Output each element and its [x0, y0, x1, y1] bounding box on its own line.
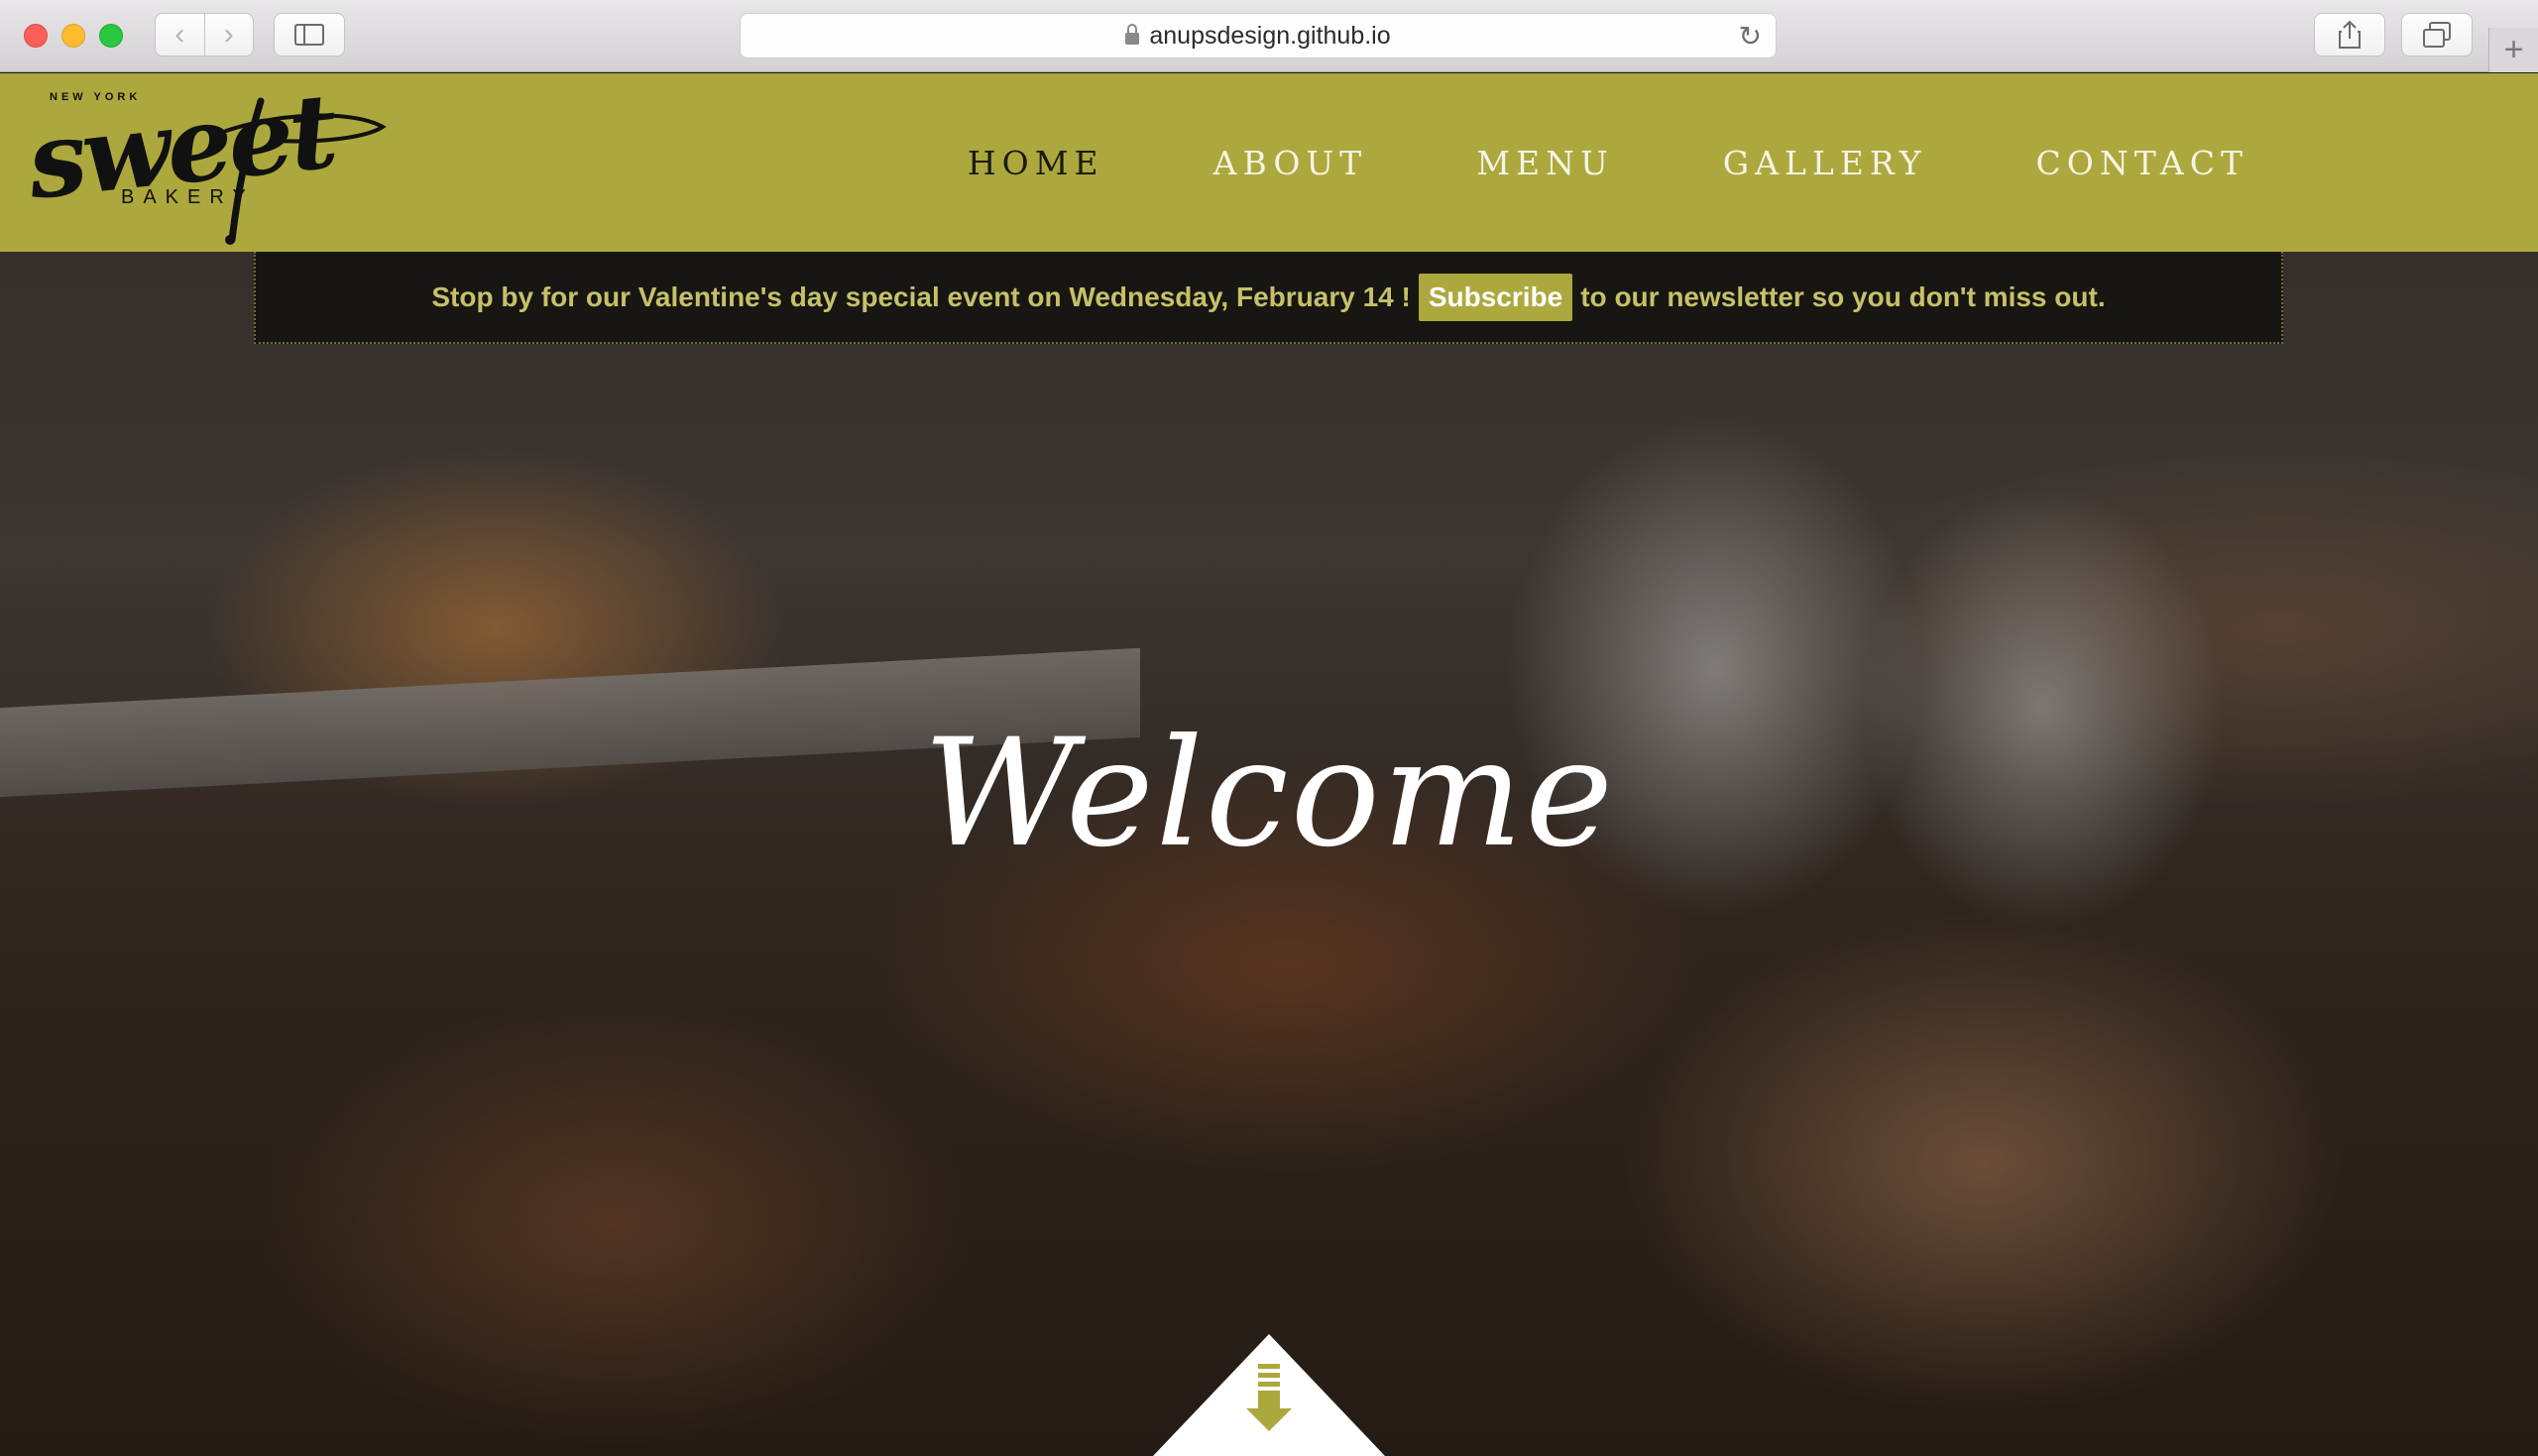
banner-text-before: Stop by for our Valentine's day special …	[431, 280, 1411, 312]
url-text: anupsdesign.github.io	[1149, 21, 1391, 50]
forward-icon[interactable]: ›	[205, 14, 254, 56]
scroll-down-button[interactable]	[1153, 1334, 1385, 1456]
sidebar-button[interactable]	[274, 13, 345, 56]
sidebar-icon	[294, 24, 324, 46]
lock-icon	[1125, 24, 1140, 45]
minimize-window-button[interactable]	[61, 24, 85, 48]
nav-contact[interactable]: CONTACT	[2036, 144, 2249, 182]
webpage: NEW YORK sweet BAKERY HOME ABOUT MENU GA…	[0, 73, 2538, 1456]
logo-swash-icon	[224, 97, 387, 245]
zoom-window-button[interactable]	[99, 24, 123, 48]
reload-icon[interactable]: ↻	[1739, 20, 1762, 53]
history-nav: ‹ ›	[155, 13, 254, 56]
announcement-banner: Stop by for our Valentine's day special …	[254, 252, 2283, 344]
tabs-button[interactable]	[2401, 13, 2473, 56]
browser-toolbar: ‹ › anupsdesign.github.io ↻ +	[0, 0, 2538, 72]
hero-title: Welcome	[922, 708, 1615, 880]
tabs-overview-icon	[2423, 22, 2451, 48]
subscribe-button[interactable]: Subscribe	[1418, 273, 1573, 321]
site-header: NEW YORK sweet BAKERY HOME ABOUT MENU GA…	[0, 73, 2538, 252]
back-icon[interactable]: ‹	[156, 14, 205, 56]
main-nav: HOME ABOUT MENU GALLERY CONTACT	[859, 73, 2249, 252]
nav-home[interactable]: HOME	[968, 144, 1104, 182]
share-button[interactable]	[2314, 13, 2385, 56]
address-bar[interactable]: anupsdesign.github.io ↻	[740, 13, 1777, 58]
new-tab-button[interactable]: +	[2488, 28, 2538, 72]
share-icon	[2339, 20, 2361, 49]
nav-menu[interactable]: MENU	[1476, 144, 1614, 182]
banner-text-after: to our newsletter so you don't miss out.	[1580, 280, 2106, 312]
nav-gallery[interactable]: GALLERY	[1723, 144, 1927, 182]
nav-about[interactable]: ABOUT	[1213, 144, 1368, 182]
close-window-button[interactable]	[24, 24, 48, 48]
site-logo[interactable]: NEW YORK sweet BAKERY	[22, 73, 387, 245]
